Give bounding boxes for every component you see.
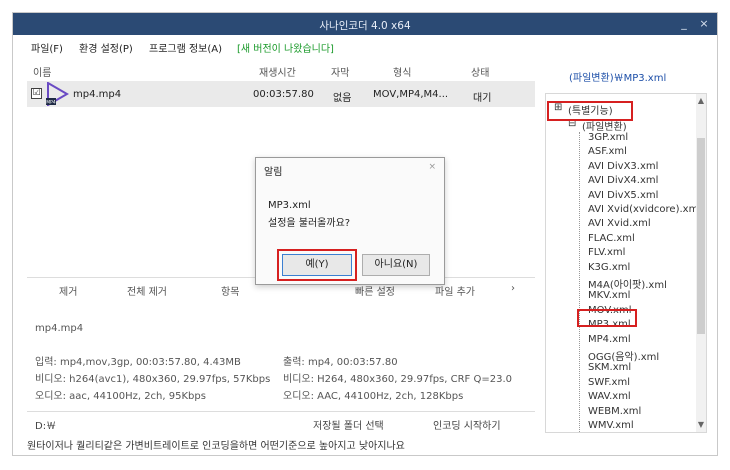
- column-duration[interactable]: 재생시간: [259, 64, 296, 79]
- preset-path-label: (파일변환)￦MP3.xml: [569, 73, 667, 84]
- highlight-mp3-item: [577, 309, 637, 327]
- tree-item[interactable]: WAV.xml: [588, 391, 631, 402]
- tree-item[interactable]: SWF.xml: [588, 377, 630, 388]
- toolbar-more-button[interactable]: ›: [511, 283, 515, 294]
- remove-button[interactable]: 제거: [59, 283, 77, 298]
- tree-item[interactable]: M4A(아이팟).xml: [588, 276, 667, 291]
- tree-item[interactable]: AVI DivX3.xml: [588, 161, 658, 172]
- tree-item[interactable]: WMV.xml: [588, 420, 634, 431]
- window-title: 사나인코더 4.0 x64: [319, 20, 411, 32]
- add-file-button[interactable]: 파일 추가: [435, 283, 475, 298]
- start-encoding-button[interactable]: 인코딩 시작하기: [433, 417, 501, 432]
- column-status[interactable]: 상태: [471, 64, 489, 79]
- menu-settings[interactable]: 환경 설정(P): [79, 40, 133, 55]
- dialog-message-question: 설정을 불러올까요?: [268, 218, 351, 229]
- no-button[interactable]: 아니요(N): [362, 254, 430, 276]
- column-name[interactable]: 이름: [33, 64, 51, 79]
- tree-item[interactable]: SKM.xml: [588, 362, 631, 373]
- row-format: MOV,MP4,M4...: [373, 89, 449, 100]
- tree-item[interactable]: MKV.xml: [588, 290, 630, 301]
- dialog-close-icon[interactable]: ×: [428, 162, 436, 172]
- item-button[interactable]: 항목: [221, 283, 239, 298]
- table-row[interactable]: ☑ MP4 mp4.mp4 00:03:57.80 없음 MOV,MP4,M4.…: [27, 81, 535, 107]
- highlight-yes-button: [277, 249, 357, 281]
- play-video-icon: MP4: [46, 82, 69, 106]
- info-output: 출력: mp4, 00:03:57.80: [283, 357, 398, 368]
- quick-settings-button[interactable]: 빠른 설정: [355, 283, 395, 298]
- tree-item[interactable]: WEBM.xml: [588, 406, 641, 417]
- info-video-input: 비디오: h264(avc1), 480x360, 29.97fps, 57Kb…: [35, 374, 271, 385]
- tree-item[interactable]: AVI DivX4.xml: [588, 175, 658, 186]
- output-bar: D:￦ 저장될 폴더 선택 인코딩 시작하기: [27, 411, 535, 433]
- highlight-convert-group: [547, 101, 633, 121]
- svg-text:MP4: MP4: [46, 100, 56, 106]
- select-folder-button[interactable]: 저장될 폴더 선택: [313, 417, 384, 432]
- tree-item[interactable]: AVI DivX5.xml: [588, 190, 658, 201]
- tree-item[interactable]: K3G.xml: [588, 262, 630, 273]
- column-subtitle[interactable]: 자막: [331, 64, 349, 79]
- app-window: 사나인코더 4.0 x64 _ × 파일(F) 환경 설정(P) 프로그램 정보…: [12, 12, 718, 456]
- dialog-title: 알림: [264, 167, 283, 178]
- tree-item[interactable]: ASF.xml: [588, 146, 627, 157]
- info-input: 입력: mp4,mov,3gp, 00:03:57.80, 4.43MB: [35, 357, 241, 368]
- menu-program-info[interactable]: 프로그램 정보(A): [149, 40, 222, 55]
- menu-file[interactable]: 파일(F): [31, 40, 63, 55]
- tree-item[interactable]: AVI Xvid.xml: [588, 218, 651, 229]
- row-name: mp4.mp4: [73, 89, 122, 100]
- row-status: 대기: [473, 93, 492, 104]
- title-bar: 사나인코더 4.0 x64 _ ×: [13, 13, 717, 35]
- remove-all-button[interactable]: 전체 제거: [127, 283, 167, 298]
- info-video-output: 비디오: H264, 480x360, 29.97fps, CRF Q=23.0: [283, 374, 513, 385]
- tree-scrollbar-thumb[interactable]: [697, 138, 705, 334]
- close-button[interactable]: ×: [695, 16, 713, 32]
- file-info-panel: mp4.mp4 입력: mp4,mov,3gp, 00:03:57.80, 4.…: [27, 303, 535, 411]
- file-list-header: 이름 재생시간 자막 형식 상태: [27, 61, 535, 79]
- menu-bar: 파일(F) 환경 설정(P) 프로그램 정보(A) [새 버전이 나왔습니다]: [13, 37, 717, 55]
- scroll-up-icon[interactable]: ▲: [696, 96, 706, 106]
- info-filename: mp4.mp4: [35, 323, 84, 334]
- tree-item[interactable]: AVI Xvid(xvidcore).xml: [588, 204, 701, 215]
- tree-guide-line: [579, 132, 580, 432]
- info-audio-output: 오디오: AAC, 44100Hz, 2ch, 128Kbps: [283, 391, 464, 402]
- column-format[interactable]: 형식: [393, 64, 411, 79]
- preset-tree: ⊞ (특별기능) ⊟ (파일변환) 3GP.xml ASF.xml AVI DivX…: [545, 93, 707, 433]
- new-version-link[interactable]: [새 버전이 나왔습니다]: [237, 40, 334, 55]
- row-checkbox[interactable]: ☑: [31, 88, 42, 99]
- status-bar-text: 원타이저나 퀄리티같은 가변비트레이트로 인코딩을하면 어떤기준으로 높아지고 …: [27, 441, 405, 452]
- minimize-button[interactable]: _: [675, 16, 693, 32]
- tree-item[interactable]: FLAC.xml: [588, 233, 635, 244]
- dialog-message-file: MP3.xml: [268, 200, 311, 211]
- tree-item[interactable]: FLV.xml: [588, 247, 625, 258]
- tree-item[interactable]: OGG(음악).xml: [588, 348, 659, 363]
- tree-item[interactable]: MP4.xml: [588, 334, 631, 345]
- row-subtitle: 없음: [333, 93, 352, 104]
- row-duration: 00:03:57.80: [253, 89, 314, 100]
- output-path-field[interactable]: D:￦: [35, 417, 56, 432]
- tree-item[interactable]: 3GP.xml: [588, 132, 628, 143]
- info-audio-input: 오디오: aac, 44100Hz, 2ch, 95Kbps: [35, 391, 206, 402]
- scroll-down-icon[interactable]: ▼: [696, 420, 706, 430]
